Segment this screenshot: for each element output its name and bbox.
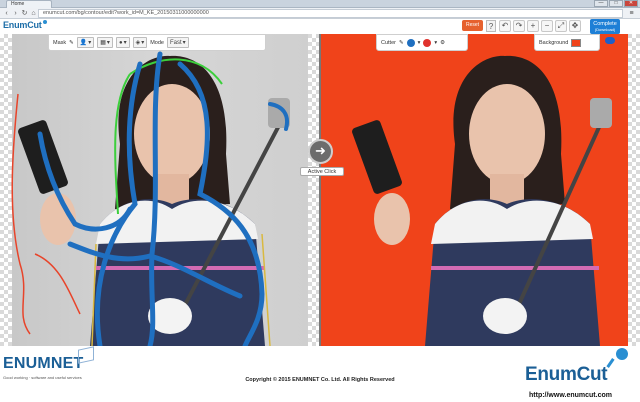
close-window-button[interactable]: ✕ (624, 0, 638, 7)
fill-icon: ◈ (135, 39, 141, 46)
chevron-down-icon[interactable]: ▾ (434, 40, 437, 46)
home-icon[interactable]: ⌂ (29, 9, 38, 18)
result-golf-club-head (590, 98, 612, 128)
active-click-label: Active Click (300, 167, 344, 176)
reload-icon[interactable]: ↻ (20, 9, 29, 18)
active-click-button[interactable]: ➜ (308, 139, 333, 164)
mode-label: Mode (150, 39, 164, 46)
enumnet-logo[interactable]: ENUMNET (3, 355, 84, 373)
fit-icon[interactable]: ⤢ (555, 20, 567, 32)
pen-icon[interactable]: ✎ (69, 40, 74, 46)
website-link[interactable]: http://www.enumcut.com (529, 392, 612, 399)
chevron-down-icon: ▾ (88, 39, 92, 46)
settings-icon[interactable]: ⚙ (440, 40, 445, 46)
url-field[interactable]: enumcut.com/bg/contour/edit?work_id=M_KE… (38, 9, 623, 18)
result-neck-shape (490, 174, 524, 204)
result-canvas[interactable] (320, 34, 640, 346)
help-button[interactable]: ? (486, 20, 496, 32)
brush-size-select[interactable]: ● ▾ (115, 37, 130, 48)
zoom-in-icon[interactable]: + (527, 20, 539, 32)
result-subject (352, 55, 612, 346)
enumcut-logo[interactable]: EnumCut (525, 364, 608, 386)
minimize-button[interactable]: — (594, 0, 608, 7)
view-toolbar: ↶ ↷ + − ⤢ ✥ (499, 19, 581, 33)
foreground-brush-select[interactable]: 👤 ▾ (76, 37, 95, 48)
mask-canvas[interactable] (0, 34, 320, 346)
face-shape (134, 84, 210, 184)
redo-icon[interactable]: ↷ (513, 20, 525, 32)
chevron-down-icon: ▾ (123, 39, 127, 46)
chevron-down-icon[interactable]: ▾ (418, 40, 421, 46)
mode-value: Fast (169, 39, 182, 46)
mask-label: Mask (53, 39, 67, 46)
result-shirt-stripe (431, 266, 599, 270)
app-logo-text: EnumCut (3, 20, 42, 30)
logo-mic-icon (616, 348, 628, 360)
fullscreen-icon[interactable]: ✥ (569, 20, 581, 32)
background-stroke-2 (34, 253, 81, 315)
remove-region-icon[interactable] (423, 38, 432, 47)
app-logo[interactable]: EnumCut (3, 20, 47, 30)
chevron-down-icon: ▾ (141, 39, 145, 46)
pen-icon[interactable]: ✎ (399, 40, 404, 46)
arrow-right-icon: ➜ (315, 143, 326, 158)
logo-pin-icon (42, 20, 47, 24)
result-glove-shape (483, 298, 527, 334)
preview-toggle[interactable] (605, 37, 615, 44)
mode-select[interactable]: Fast ▾ (166, 37, 189, 48)
chevron-down-icon: ▾ (182, 39, 186, 46)
result-shirt-collar (431, 200, 593, 244)
result-hand-shape (374, 193, 410, 245)
browser-menu-icon[interactable]: ≡ (627, 9, 636, 18)
back-icon[interactable]: ‹ (2, 9, 11, 18)
forward-icon[interactable]: › (11, 9, 20, 18)
person-icon: 👤 (79, 39, 88, 46)
browser-tab[interactable]: Home (6, 0, 52, 8)
background-toolbar: Background (534, 34, 600, 51)
mask-strokes (11, 51, 290, 346)
complete-sublabel: (Download) (594, 27, 616, 32)
undo-icon[interactable]: ↶ (499, 20, 511, 32)
background-brush-select[interactable]: ▦ ▾ (97, 37, 113, 48)
add-region-icon[interactable] (406, 38, 415, 47)
cutter-label: Cutter (381, 39, 396, 46)
window-controls: — □ ✕ (594, 0, 638, 7)
complete-download-button[interactable]: Complete (Download) (590, 19, 620, 34)
address-bar-row: ‹ › ↻ ⌂ enumcut.com/bg/contour/edit?work… (0, 8, 640, 19)
background-label: Background (539, 39, 569, 46)
zoom-out-icon[interactable]: − (541, 20, 553, 32)
chevron-down-icon: ▾ (106, 39, 110, 46)
reset-button[interactable]: Reset (462, 20, 483, 31)
browser-titlebar (0, 0, 640, 8)
photo-icon: ▦ (100, 39, 106, 46)
mask-toolbar: Mask ✎ 👤 ▾ ▦ ▾ ● ▾ ◈ ▾ Mode Fast ▾ (48, 34, 266, 51)
background-color-swatch[interactable] (571, 38, 582, 47)
cutter-toolbar: Cutter ✎ ▾ ▾ ⚙ (376, 34, 468, 51)
result-phone-shape (352, 120, 402, 194)
neck-shape (155, 174, 189, 204)
result-face-shape (469, 84, 545, 184)
fill-tool-select[interactable]: ◈ ▾ (132, 37, 148, 48)
canvas-divider (319, 34, 321, 346)
maximize-button[interactable]: □ (609, 0, 623, 7)
brush-icon: ● (118, 39, 123, 46)
